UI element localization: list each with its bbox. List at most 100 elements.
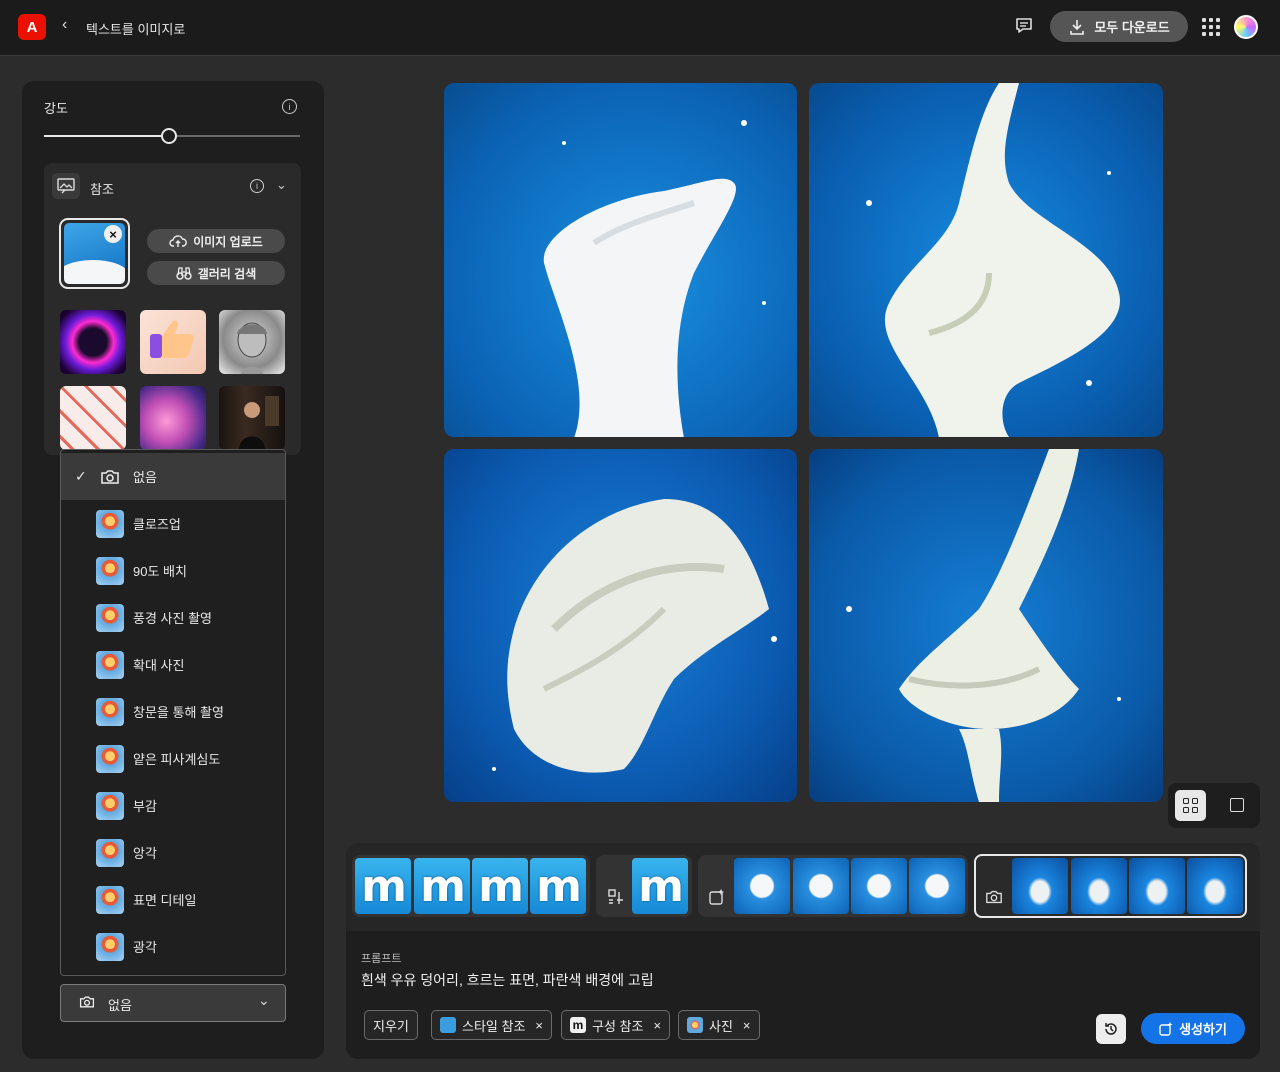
- history-icon: [1105, 1023, 1117, 1035]
- reference-thumbnail[interactable]: [140, 386, 206, 450]
- comment-icon[interactable]: [1012, 14, 1036, 38]
- generated-image-2[interactable]: [809, 83, 1163, 437]
- generated-image-1[interactable]: [444, 83, 797, 437]
- gallery-search-label: 갤러리 검색: [197, 266, 257, 281]
- chevron-down-icon: ⌄: [258, 992, 270, 1008]
- menu-item-surface-detail[interactable]: 표면 디테일: [61, 876, 285, 923]
- generated-image-3[interactable]: [444, 449, 797, 802]
- history-thumbnail[interactable]: [1012, 858, 1068, 914]
- composition-reference-label: 구성 참조: [592, 1018, 644, 1034]
- menu-item-label: 광각: [133, 940, 157, 955]
- history-thumbnail[interactable]: m: [472, 858, 528, 914]
- download-all-button[interactable]: 모두 다운로드: [1050, 11, 1188, 42]
- reference-info-icon[interactable]: i: [250, 179, 264, 193]
- history-thumbnail[interactable]: m: [414, 858, 470, 914]
- menu-item-label: 표면 디테일: [133, 893, 197, 908]
- reference-thumbnail[interactable]: [140, 310, 206, 374]
- grid-view-icon[interactable]: [1175, 790, 1206, 821]
- menu-item-label: 풍경 사진 촬영: [133, 611, 212, 626]
- menu-item-landscape[interactable]: 풍경 사진 촬영: [61, 594, 285, 641]
- upload-image-button[interactable]: 이미지 업로드: [147, 229, 285, 253]
- style-reference-thumb-icon: [440, 1017, 456, 1033]
- close-icon[interactable]: ×: [535, 1018, 543, 1033]
- balloon-thumbnail-icon: [96, 556, 124, 585]
- menu-item-magnified[interactable]: 확대 사진: [61, 641, 285, 688]
- generated-image-4[interactable]: [809, 449, 1163, 802]
- menu-item-label: 확대 사진: [133, 658, 185, 673]
- menu-item-closeup[interactable]: 클로즈업: [61, 500, 285, 547]
- generate-button[interactable]: 생성하기: [1141, 1013, 1245, 1044]
- menu-item-wide-angle[interactable]: 광각: [61, 923, 285, 970]
- history-thumbnail[interactable]: [1129, 858, 1185, 914]
- generate-label: 생성하기: [1179, 1022, 1227, 1037]
- balloon-thumbnail-icon: [96, 650, 124, 679]
- history-thumbnail[interactable]: [1187, 858, 1243, 914]
- prompt-input[interactable]: 흰색 우유 덩어리, 흐르는 표면, 파란색 배경에 고립: [361, 970, 654, 990]
- strength-label: 강도: [44, 101, 68, 116]
- history-thumbnail[interactable]: m: [530, 858, 586, 914]
- history-button[interactable]: [1096, 1014, 1126, 1044]
- style-reference-chip[interactable]: 스타일 참조 ×: [431, 1010, 553, 1040]
- gallery-search-button[interactable]: 갤러리 검색: [147, 261, 285, 285]
- reference-thumbnail[interactable]: [219, 310, 285, 374]
- menu-item-label: 클로즈업: [133, 517, 181, 532]
- menu-item-label: 앙각: [133, 846, 157, 861]
- camera-icon: [79, 995, 95, 1011]
- close-icon[interactable]: ×: [653, 1018, 661, 1033]
- apps-grid-icon[interactable]: [1202, 18, 1220, 36]
- composition-reference-chip[interactable]: m 구성 참조 ×: [561, 1010, 671, 1040]
- adobe-logo-icon[interactable]: A: [18, 14, 46, 40]
- menu-item-label: 부감: [133, 799, 157, 814]
- photo-label: 사진: [709, 1018, 733, 1034]
- history-thumbnail[interactable]: [734, 858, 790, 914]
- chevron-down-icon[interactable]: ⌄: [276, 177, 287, 193]
- style-reference-icon: [708, 888, 726, 906]
- single-view-icon[interactable]: [1230, 798, 1244, 812]
- menu-item-label: 없음: [133, 470, 157, 485]
- history-thumbnail[interactable]: [1071, 858, 1127, 914]
- history-thumbnail[interactable]: [909, 858, 965, 914]
- upload-image-label: 이미지 업로드: [193, 234, 263, 249]
- composition-icon: [607, 888, 625, 906]
- menu-item-label: 90도 배치: [133, 564, 187, 579]
- cloud-upload-icon: [169, 235, 188, 247]
- checkmark-icon: ✓: [75, 468, 87, 484]
- reference-thumbnail[interactable]: [219, 386, 285, 450]
- menu-item-high-angle[interactable]: 부감: [61, 782, 285, 829]
- download-all-label: 모두 다운로드: [1094, 20, 1170, 35]
- style-reference-label: 스타일 참조: [462, 1018, 526, 1034]
- page-title: 텍스트를 이미지로: [86, 22, 186, 37]
- balloon-thumbnail-icon: [96, 932, 124, 961]
- balloon-thumbnail-icon: [96, 697, 124, 726]
- generate-icon: [1159, 1021, 1173, 1036]
- history-thumbnail[interactable]: [851, 858, 907, 914]
- camera-icon: [96, 463, 124, 491]
- menu-item-through-window[interactable]: 창문을 통해 촬영: [61, 688, 285, 735]
- remove-reference-icon[interactable]: ×: [104, 225, 122, 243]
- balloon-thumbnail-icon: [96, 603, 124, 632]
- menu-item-low-angle[interactable]: 앙각: [61, 829, 285, 876]
- history-thumbnail[interactable]: m: [632, 858, 688, 914]
- avatar[interactable]: [1234, 15, 1258, 39]
- photo-chip[interactable]: 사진 ×: [678, 1010, 760, 1040]
- history-thumbnail[interactable]: m: [355, 858, 411, 914]
- balloon-thumbnail-icon: [96, 791, 124, 820]
- back-chevron-icon[interactable]: ‹: [62, 16, 67, 34]
- history-thumbnail[interactable]: [793, 858, 849, 914]
- menu-item-none[interactable]: ✓ 없음: [61, 453, 285, 500]
- reference-image-icon: [52, 173, 80, 199]
- strength-info-icon[interactable]: i: [282, 99, 297, 114]
- close-icon[interactable]: ×: [743, 1018, 751, 1033]
- clear-button[interactable]: 지우기: [364, 1010, 418, 1040]
- balloon-thumbnail-icon: [96, 509, 124, 538]
- menu-item-shallow-dof[interactable]: 얕은 피사계심도: [61, 735, 285, 782]
- clear-label: 지우기: [373, 1018, 409, 1034]
- menu-item-label: 창문을 통해 촬영: [133, 705, 224, 720]
- reference-thumbnail[interactable]: [60, 386, 126, 450]
- menu-item-label: 얕은 피사계심도: [133, 752, 221, 767]
- binoculars-icon: [176, 267, 192, 280]
- reference-thumbnail[interactable]: [60, 310, 126, 374]
- balloon-thumbnail-icon: [96, 838, 124, 867]
- menu-item-90-degree[interactable]: 90도 배치: [61, 547, 285, 594]
- camera-angle-menu: ✓ 없음 클로즈업 90도 배치 풍경 사진 촬영 확대 사진 창문을 통해 촬…: [60, 449, 286, 976]
